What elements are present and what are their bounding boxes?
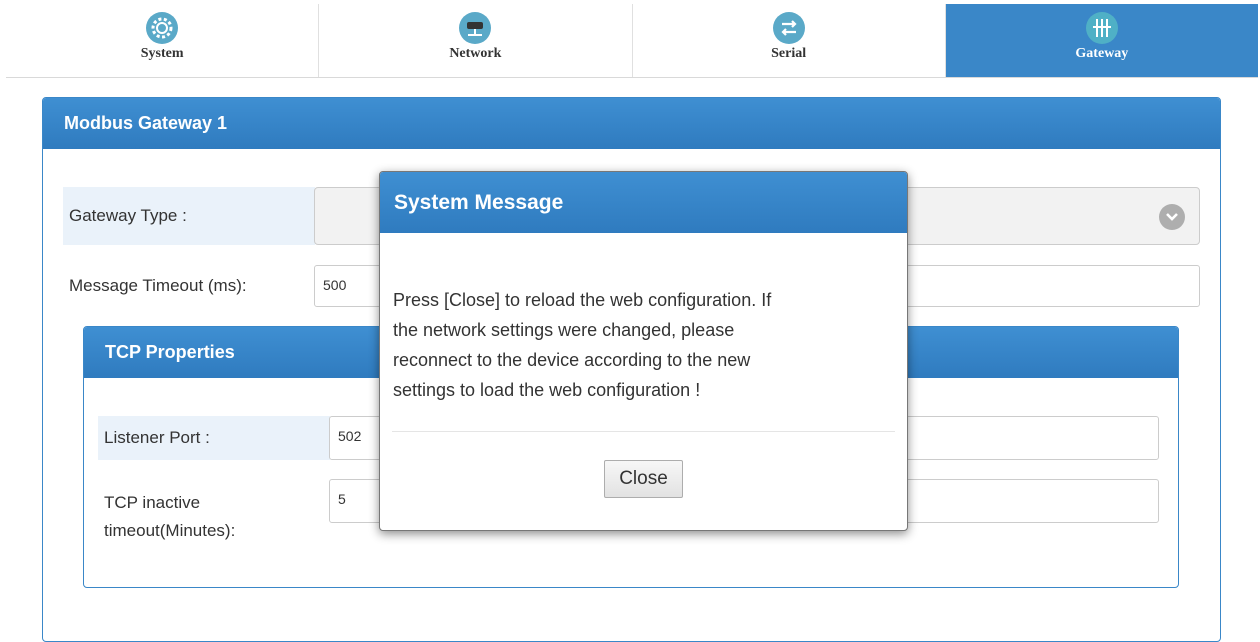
message-timeout-label: Message Timeout (ms): [69,276,247,295]
tab-gateway[interactable]: Gateway [945,4,1258,77]
close-button[interactable]: Close [604,460,683,498]
gateway-type-label-box: Gateway Type : [63,187,315,245]
inactive-timeout-label-line2: timeout(Minutes): [104,521,236,540]
gateway-type-label: Gateway Type : [69,206,187,225]
gear-icon [146,12,179,44]
dialog-message: Press [Close] to reload the web configur… [393,285,893,405]
tab-label: Serial [771,46,807,61]
dialog-divider [392,431,895,432]
tab-serial[interactable]: Serial [632,4,946,77]
tab-system[interactable]: System [6,4,320,77]
tab-label: Gateway [1075,46,1129,61]
message-timeout-label-box: Message Timeout (ms): [63,265,315,307]
inactive-timeout-label: TCP inactive timeout(Minutes): [104,489,324,545]
system-message-dialog: System Message Press [Close] to reload t… [379,171,908,531]
dialog-title: System Message [380,172,907,233]
listener-port-label-box: Listener Port : [98,416,330,460]
tab-network[interactable]: Network [319,4,633,77]
panel-title: Modbus Gateway 1 [43,98,1220,149]
gateway-icon [1085,12,1118,44]
dialog-message-line: Press [Close] to reload the web configur… [393,290,772,310]
top-tab-bar: System Network Serial Gateway [6,4,1258,78]
inactive-timeout-label-line1: TCP inactive [104,493,201,512]
network-icon [459,12,492,44]
tab-label: Network [449,46,502,61]
dialog-message-line: the network settings were changed, pleas… [393,320,735,340]
serial-arrows-icon [772,12,805,44]
tab-label: System [140,46,184,61]
dialog-message-line: settings to load the web configuration ! [393,380,701,400]
listener-port-label: Listener Port : [104,428,210,447]
dialog-message-line: reconnect to the device according to the… [393,350,751,370]
chevron-down-icon [1159,204,1185,230]
